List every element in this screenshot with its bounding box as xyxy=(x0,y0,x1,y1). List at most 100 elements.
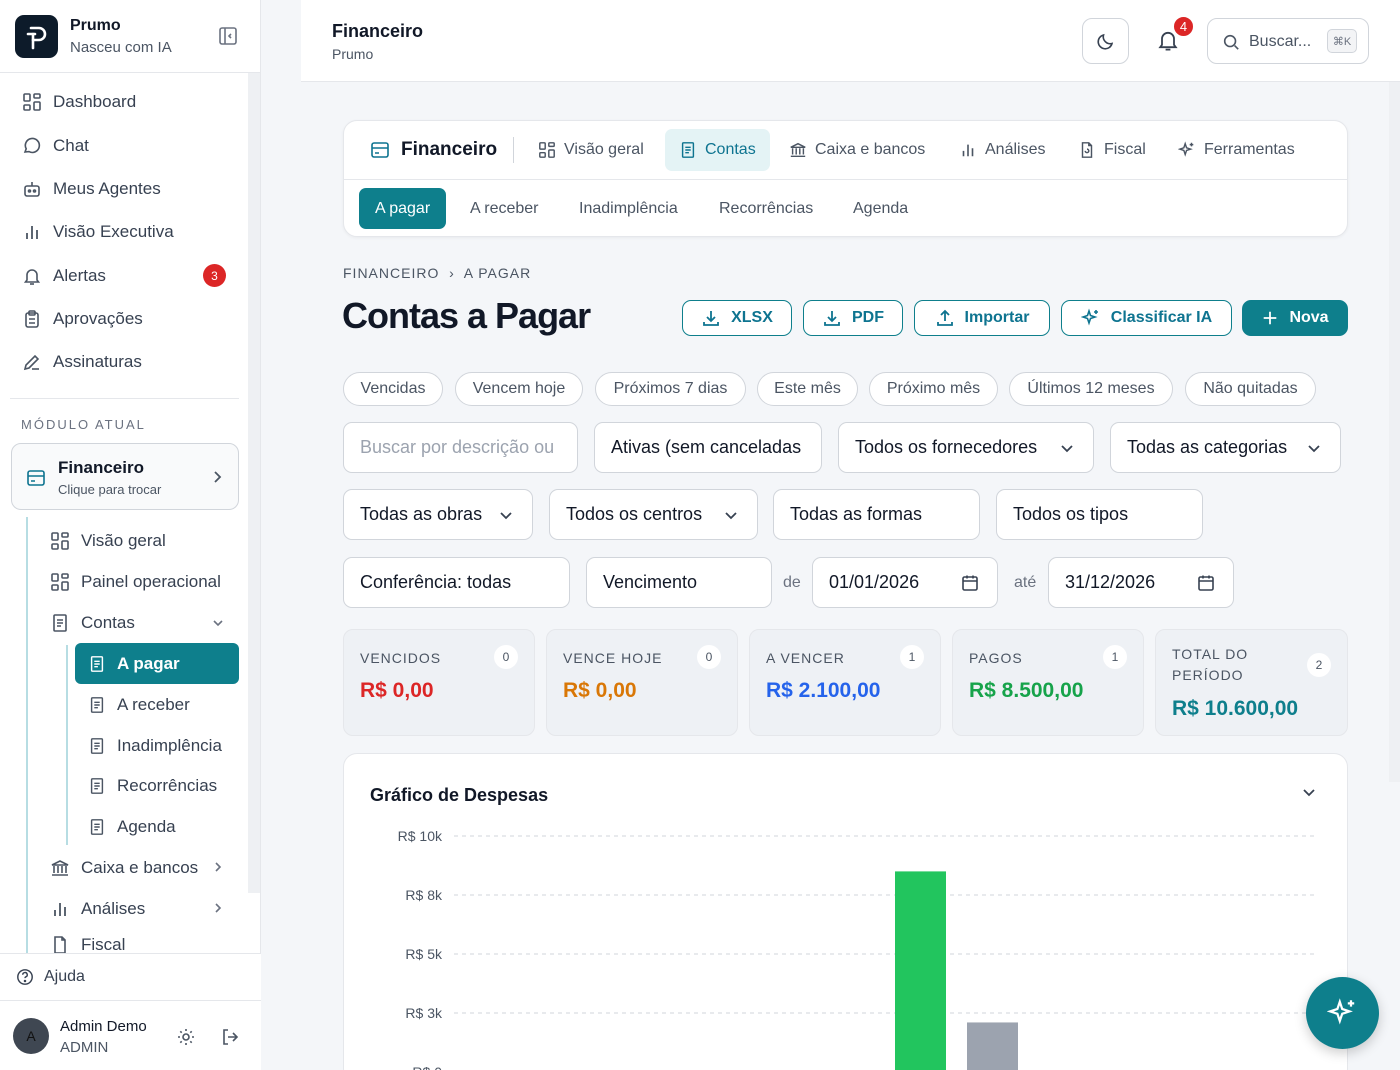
subtab-inadimplencia[interactable]: Inadimplência xyxy=(563,188,694,229)
tab-fiscal[interactable]: Fiscal xyxy=(1064,129,1160,171)
export-pdf-button[interactable]: PDF xyxy=(803,300,903,336)
module-nav-analises[interactable]: Análises xyxy=(50,894,145,924)
chevron-right-icon[interactable] xyxy=(212,902,224,914)
stat-vencidos[interactable]: VENCIDOS 0 R$ 0,00 xyxy=(343,629,535,736)
stat-count: 0 xyxy=(697,645,721,669)
moon-icon xyxy=(1096,33,1113,50)
bar-chart-icon xyxy=(26,226,38,239)
main-scrollbar[interactable] xyxy=(1389,82,1400,782)
chart-y-tick: R$ 8k xyxy=(405,887,443,903)
sidebar-collapse-icon[interactable] xyxy=(218,26,238,46)
module-nav-overview[interactable]: Visão geral xyxy=(50,526,166,556)
tab-caixa-bancos[interactable]: Caixa e bancos xyxy=(775,129,939,171)
new-button[interactable]: Nova xyxy=(1242,300,1348,336)
button-label: Classificar IA xyxy=(1110,309,1213,326)
ai-assistant-button[interactable] xyxy=(1306,977,1379,1049)
nav-dashboard[interactable]: Dashboard xyxy=(22,87,136,117)
chip-vencem-hoje[interactable]: Vencem hoje xyxy=(455,372,583,406)
date-value: 31/12/2026 xyxy=(1065,572,1156,592)
contas-nav-inadimplencia[interactable]: Inadimplência xyxy=(88,731,222,761)
stat-a-vencer[interactable]: A VENCER 1 R$ 2.100,00 xyxy=(749,629,941,736)
page-title: Contas a Pagar xyxy=(342,295,591,336)
search-input[interactable]: Buscar por descrição ou xyxy=(343,422,578,473)
nav-executive[interactable]: Visão Executiva xyxy=(22,217,174,247)
plus-icon xyxy=(1264,311,1277,325)
document-icon xyxy=(681,142,695,158)
status-select[interactable]: Ativas (sem canceladas xyxy=(594,422,822,473)
tab-ferramentas[interactable]: Ferramentas xyxy=(1164,129,1309,171)
stat-count: 2 xyxy=(1307,653,1331,677)
export-xlsx-button[interactable]: XLSX xyxy=(682,300,792,336)
contas-nav-agenda[interactable]: Agenda xyxy=(88,812,176,842)
date-to-label: até xyxy=(1014,574,1037,591)
logout-icon[interactable] xyxy=(220,1027,240,1047)
document-icon xyxy=(90,819,104,835)
module-nav-operational[interactable]: Painel operacional xyxy=(50,567,221,597)
chip-proximos-7-dias[interactable]: Próximos 7 dias xyxy=(595,372,746,406)
module-nav-fiscal[interactable]: Fiscal xyxy=(50,935,125,953)
avatar[interactable]: A xyxy=(13,1018,49,1054)
chevron-down-icon xyxy=(1306,440,1322,456)
date-from-input[interactable]: 01/01/2026 xyxy=(812,557,998,608)
contas-nav-a-pagar[interactable]: A pagar xyxy=(88,649,180,679)
global-search[interactable]: Buscar... ⌘K xyxy=(1207,18,1369,64)
conference-select[interactable]: Conferência: todas xyxy=(343,557,570,608)
tabs-divider xyxy=(344,179,1347,180)
nav-signatures[interactable]: Assinaturas xyxy=(22,347,142,377)
subtab-a-receber[interactable]: A receber xyxy=(454,188,554,229)
tab-contas[interactable]: Contas xyxy=(665,129,770,171)
subtab-a-pagar[interactable]: A pagar xyxy=(359,188,447,229)
nav-alerts[interactable]: Alertas xyxy=(22,261,106,291)
module-nav-caixa[interactable]: Caixa e bancos xyxy=(50,853,198,883)
subtab-agenda[interactable]: Agenda xyxy=(837,188,924,229)
nav-label: Meus Agentes xyxy=(53,179,161,198)
chip-ultimos-12-meses[interactable]: Últimos 12 meses xyxy=(1009,372,1173,406)
chevron-down-icon[interactable] xyxy=(212,617,224,629)
module-section-label: MÓDULO ATUAL xyxy=(21,417,146,432)
forms-select[interactable]: Todas as formas xyxy=(773,489,980,540)
chevron-right-icon[interactable] xyxy=(212,861,224,873)
calendar-icon[interactable] xyxy=(961,574,979,592)
bar-chart-icon xyxy=(962,144,974,157)
stat-label: VENCE HOJE xyxy=(563,650,663,666)
supplier-select[interactable]: Todos os fornecedores xyxy=(838,422,1094,473)
nav-chat[interactable]: Chat xyxy=(22,131,89,161)
chart-y-tick: R$ 10k xyxy=(398,828,443,844)
stat-vence-hoje[interactable]: VENCE HOJE 0 R$ 0,00 xyxy=(546,629,738,736)
contas-nav-recorrencias[interactable]: Recorrências xyxy=(88,771,217,801)
module-switcher[interactable]: Financeiro Clique para trocar xyxy=(11,443,239,510)
chip-nao-quitadas[interactable]: Não quitadas xyxy=(1185,372,1316,406)
stat-pagos[interactable]: PAGOS 1 R$ 8.500,00 xyxy=(952,629,1144,736)
classify-ai-button[interactable]: Classificar IA xyxy=(1061,300,1232,336)
module-nav-contas[interactable]: Contas xyxy=(50,608,135,638)
date-field-select[interactable]: Vencimento xyxy=(586,557,772,608)
date-to-input[interactable]: 31/12/2026 xyxy=(1048,557,1234,608)
document-icon xyxy=(53,614,67,632)
works-select[interactable]: Todas as obras xyxy=(343,489,533,540)
sparkles-icon xyxy=(1080,308,1098,326)
tab-home[interactable]: Financeiro xyxy=(370,139,497,161)
chip-este-mes[interactable]: Este mês xyxy=(757,372,858,406)
category-select[interactable]: Todas as categorias xyxy=(1110,422,1341,473)
alerts-badge: 3 xyxy=(203,264,226,287)
contas-nav-a-receber[interactable]: A receber xyxy=(88,690,190,720)
subtab-recorrencias[interactable]: Recorrências xyxy=(703,188,829,229)
chip-vencidas[interactable]: Vencidas xyxy=(343,372,443,406)
nav-approvals[interactable]: Aprovações xyxy=(22,304,143,334)
centers-select[interactable]: Todos os centros xyxy=(549,489,758,540)
calendar-icon[interactable] xyxy=(1197,574,1215,592)
stat-total-periodo[interactable]: TOTAL DO PERÍODO 2 R$ 10.600,00 xyxy=(1155,629,1348,736)
prumo-logo[interactable] xyxy=(15,15,58,58)
tab-visao-geral[interactable]: Visão geral xyxy=(524,129,658,171)
tab-analises[interactable]: Análises xyxy=(945,129,1059,171)
nav-agents[interactable]: Meus Agentes xyxy=(22,174,161,204)
button-label: PDF xyxy=(852,309,884,326)
help-link[interactable]: Ajuda xyxy=(0,953,261,1001)
gear-icon[interactable] xyxy=(176,1027,196,1047)
stat-value: R$ 10.600,00 xyxy=(1172,697,1299,720)
types-select[interactable]: Todos os tipos xyxy=(996,489,1203,540)
chip-proximo-mes[interactable]: Próximo mês xyxy=(869,372,998,406)
bell-icon xyxy=(23,269,41,285)
import-button[interactable]: Importar xyxy=(914,300,1050,336)
theme-toggle-button[interactable] xyxy=(1082,18,1129,64)
